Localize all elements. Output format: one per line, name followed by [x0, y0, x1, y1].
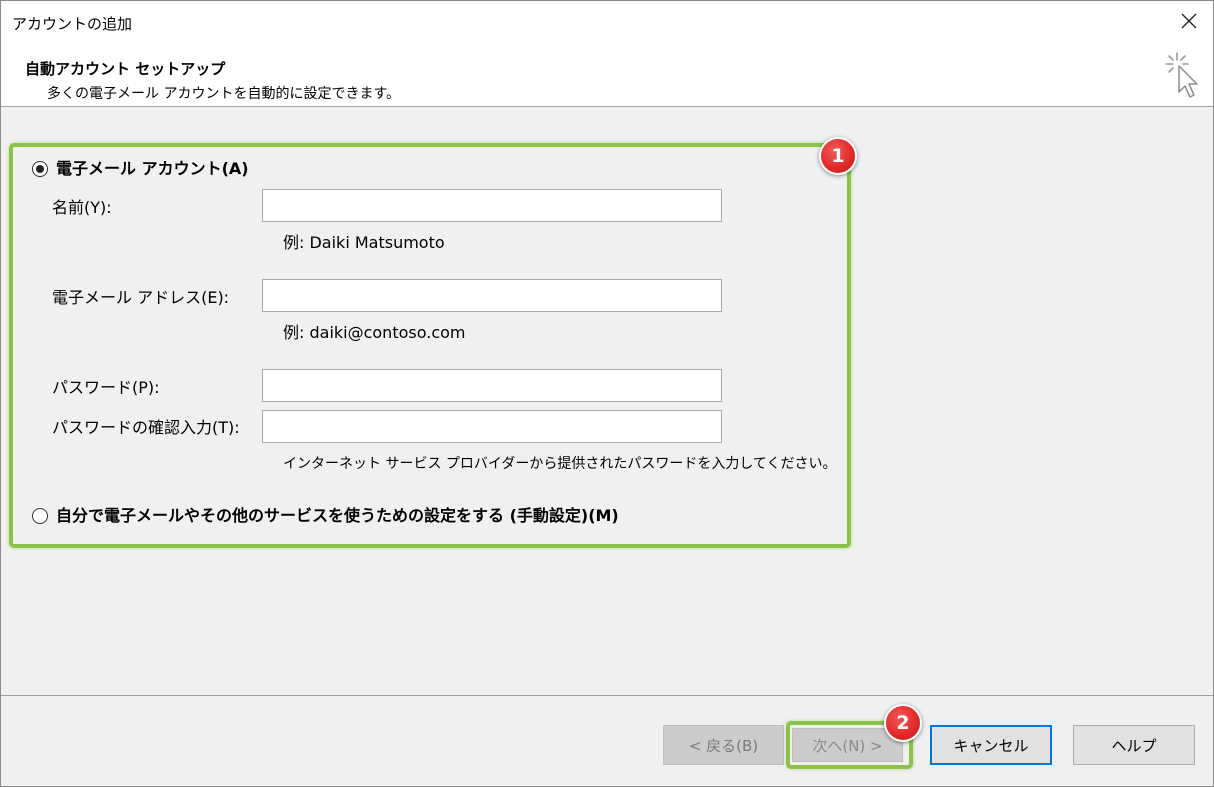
header-subtitle: 多くの電子メール アカウントを自動的に設定できます。 — [47, 86, 401, 102]
close-button[interactable] — [1165, 1, 1213, 45]
add-account-dialog: アカウントの追加 自動アカウント セットアップ 多くの電子メール アカウントを自… — [0, 0, 1214, 787]
close-icon — [1181, 13, 1197, 33]
wizard-header: 自動アカウント セットアップ 多くの電子メール アカウントを自動的に設定できます… — [1, 45, 1213, 107]
header-title: 自動アカウント セットアップ — [25, 60, 226, 78]
name-example: 例: Daiki Matsumoto — [283, 233, 445, 252]
manual-setup-label: 自分で電子メールやその他のサービスを使うための設定をする (手動設定)(M) — [56, 506, 619, 525]
email-address-input[interactable] — [262, 279, 722, 312]
manual-setup-option[interactable]: 自分で電子メールやその他のサービスを使うための設定をする (手動設定)(M) — [32, 506, 619, 526]
email-account-option[interactable]: 電子メール アカウント(A) — [32, 159, 249, 179]
cancel-button[interactable]: キャンセル — [930, 725, 1052, 765]
name-label: 名前(Y): — [52, 198, 112, 217]
help-button[interactable]: ヘルプ — [1073, 725, 1195, 765]
email-account-radio[interactable] — [32, 161, 48, 177]
email-example: 例: daiki@contoso.com — [283, 323, 466, 342]
manual-setup-radio[interactable] — [32, 508, 48, 524]
back-button[interactable]: < 戻る(B) — [663, 725, 784, 765]
annotation-badge-1: 1 — [819, 137, 857, 175]
email-account-label: 電子メール アカウント(A) — [56, 159, 249, 178]
title-bar: アカウントの追加 — [1, 1, 1213, 45]
password-hint: インターネット サービス プロバイダーから提供されたパスワードを入力してください… — [283, 456, 837, 472]
window-title: アカウントの追加 — [12, 15, 133, 33]
email-address-label: 電子メール アドレス(E): — [52, 288, 230, 307]
password-confirm-input[interactable] — [262, 410, 722, 443]
password-confirm-label: パスワードの確認入力(T): — [52, 418, 240, 437]
password-input[interactable] — [262, 369, 722, 402]
name-input[interactable] — [262, 189, 722, 222]
footer-divider — [1, 695, 1213, 696]
password-label: パスワード(P): — [52, 378, 160, 397]
wizard-cursor-icon — [1163, 50, 1201, 104]
annotation-badge-2: 2 — [884, 704, 922, 742]
